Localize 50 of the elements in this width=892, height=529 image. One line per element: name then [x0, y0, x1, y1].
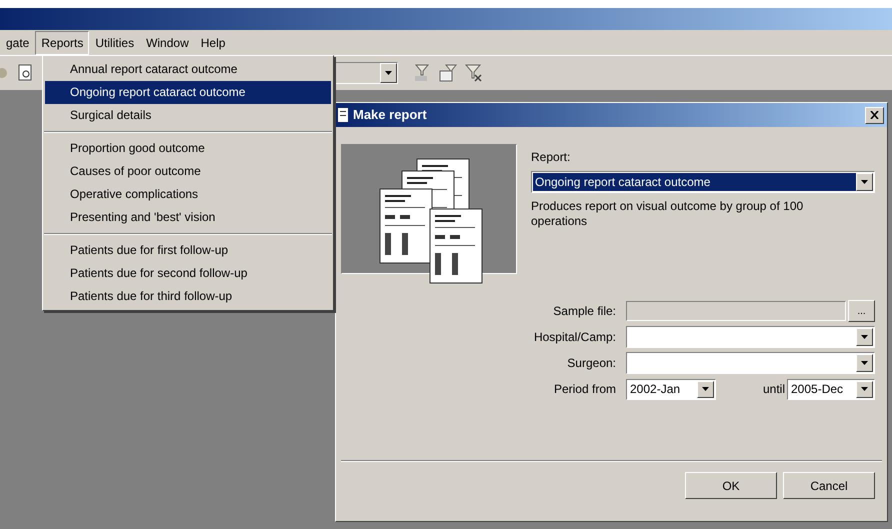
dropdown-arrow-button[interactable]	[856, 354, 873, 372]
period-from-combo[interactable]: 2002-Jan	[626, 378, 716, 400]
menu-item[interactable]: Reports	[35, 30, 90, 54]
menu-item[interactable]: Causes of poor outcome	[45, 160, 331, 183]
field-label: Sample file:	[552, 303, 617, 320]
menu-item[interactable]: Operative complications	[45, 183, 331, 206]
menu-item[interactable]: Patients due for first follow-up	[45, 239, 331, 262]
caret-icon	[385, 71, 392, 75]
dialog-title: Make report	[353, 106, 427, 124]
field-label: Period from	[552, 381, 617, 398]
menu-item[interactable]: Utilities	[89, 30, 140, 54]
period-until-combo[interactable]: 2005-Dec	[787, 378, 875, 400]
filter-form-icon[interactable]	[438, 63, 458, 83]
combo-box[interactable]	[626, 326, 875, 348]
browse-button[interactable]: ...	[848, 300, 875, 322]
menu-item[interactable]: Annual report cataract outcome	[45, 58, 331, 81]
menu-item[interactable]: Presenting and 'best' vision	[45, 206, 331, 229]
caret-icon	[861, 361, 868, 365]
menu-item[interactable]: Surgical details	[45, 104, 331, 127]
form-icon	[338, 108, 348, 122]
until-label: until	[762, 381, 785, 398]
menu-item[interactable]: Ongoing report cataract outcome	[45, 81, 331, 104]
caret-icon	[702, 387, 709, 391]
caret-icon	[861, 335, 868, 339]
dropdown-arrow-button[interactable]	[856, 328, 873, 346]
menu-item[interactable]: Proportion good outcome	[45, 137, 331, 160]
filter-text-icon[interactable]	[412, 63, 432, 83]
menu-item[interactable]: Patients due for second follow-up	[45, 262, 331, 285]
dialog-button[interactable]: OK	[685, 472, 777, 499]
dropdown-arrow-button[interactable]	[380, 63, 397, 83]
field-label: Surgeon:	[566, 355, 617, 372]
report-label: Report:	[531, 149, 572, 166]
sample-file-field[interactable]	[626, 301, 846, 321]
combo-box[interactable]	[626, 352, 875, 374]
report-description: Produces report on visual outcome by group of 100 operations	[531, 199, 804, 229]
menu-item[interactable]: Help	[194, 30, 232, 54]
field-label: Hospital/Camp:	[532, 329, 617, 346]
dropdown-arrow-button[interactable]	[697, 380, 714, 398]
report-select[interactable]: Ongoing report cataract outcome	[531, 171, 875, 193]
dialog-button[interactable]: Cancel	[783, 472, 875, 499]
close-button[interactable]	[865, 106, 884, 124]
close-icon	[870, 111, 879, 119]
menu-item[interactable]: Window	[140, 30, 195, 54]
remove-filter-icon[interactable]	[464, 63, 484, 83]
caret-icon	[861, 180, 868, 184]
dropdown-arrow-button[interactable]	[856, 173, 873, 191]
menu-item[interactable]: Patients due for third follow-up	[45, 285, 331, 308]
menu-item[interactable]: gate	[0, 30, 36, 54]
dropdown-arrow-button[interactable]	[856, 380, 873, 398]
caret-icon	[861, 387, 868, 391]
